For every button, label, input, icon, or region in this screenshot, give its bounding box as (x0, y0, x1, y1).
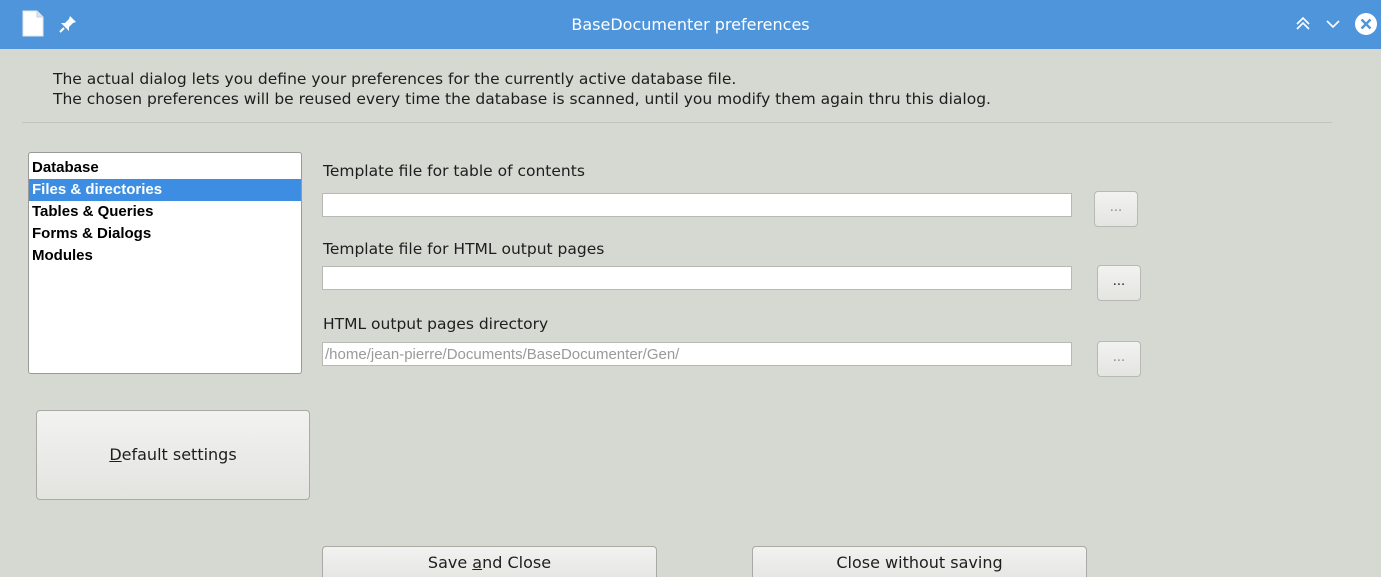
category-list[interactable]: Database Files & directories Tables & Qu… (28, 152, 302, 374)
title-bar[interactable]: BaseDocumenter preferences (0, 0, 1381, 49)
save-close-label-end: nd Close (482, 553, 552, 572)
intro-line-2: The chosen preferences will be reused ev… (53, 90, 991, 108)
toc-template-label: Template file for table of contents (323, 162, 585, 180)
intro-line-1: The actual dialog lets you define your p… (53, 70, 737, 88)
toc-template-input[interactable] (322, 193, 1072, 217)
list-item-database[interactable]: Database (29, 157, 301, 179)
output-dir-browse-button[interactable]: ... (1097, 341, 1141, 377)
default-settings-label: efault settings (121, 445, 237, 464)
toc-template-browse-button[interactable]: ... (1094, 191, 1138, 227)
header-separator (22, 122, 1332, 123)
close-without-saving-button[interactable]: Close without saving (752, 546, 1087, 577)
output-dir-label: HTML output pages directory (323, 315, 549, 333)
list-item-files-directories[interactable]: Files & directories (29, 179, 301, 201)
pin-icon[interactable] (58, 14, 78, 34)
save-close-label-start: Save (427, 553, 473, 572)
preferences-dialog: BaseDocumenter preferences The actual di… (0, 0, 1381, 577)
minimize-icon[interactable] (1323, 14, 1343, 34)
close-icon[interactable] (1354, 12, 1378, 36)
list-item-forms-dialogs[interactable]: Forms & Dialogs (29, 223, 301, 245)
output-dir-input[interactable] (322, 342, 1072, 366)
html-template-browse-button[interactable]: ... (1097, 265, 1141, 301)
html-template-input[interactable] (322, 266, 1072, 290)
list-item-tables-queries[interactable]: Tables & Queries (29, 201, 301, 223)
list-item-modules[interactable]: Modules (29, 245, 301, 267)
html-template-label: Template file for HTML output pages (323, 240, 605, 258)
default-settings-mnemonic: D (109, 445, 122, 464)
document-icon[interactable] (22, 10, 44, 37)
default-settings-button[interactable]: Default settings (36, 410, 310, 500)
window-title: BaseDocumenter preferences (571, 15, 810, 34)
intro-text: The actual dialog lets you define your p… (53, 69, 991, 109)
save-and-close-button[interactable]: Save and Close (322, 546, 657, 577)
save-close-mnemonic: a (472, 553, 483, 572)
keep-above-icon[interactable] (1293, 14, 1313, 34)
